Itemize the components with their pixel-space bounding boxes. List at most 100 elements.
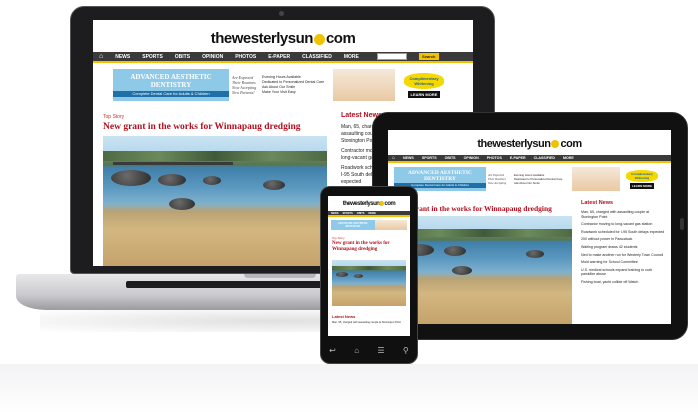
ad-bullet: Make Your Visit Easy (262, 90, 296, 94)
ad-learn-more-button[interactable]: LEARN MORE (407, 90, 441, 98)
latest-news-item[interactable]: Roadwork scheduled for I-95 South delays… (581, 230, 667, 235)
ad-tagline: Are Expected Their Routines Now Acceptin… (486, 167, 512, 191)
photo-rock (526, 250, 544, 258)
dental-ad-banner[interactable]: ADVANCED AESTHETIC DENTISTRY Complete De… (394, 167, 664, 191)
dental-ad-banner[interactable]: ADVANCED AESTHETIC DENTISTRY Complete De… (113, 69, 453, 101)
tablet-website: thewesterlysun com ⌂ NEWS SPORTS OBITS OP… (388, 130, 671, 324)
top-story-headline[interactable]: New grant in the works for Winnapaug dre… (396, 204, 552, 213)
ad-subtitle: Complete Dental Care for Adults & Childr… (113, 91, 229, 97)
winnapaug-pond-photo[interactable] (103, 136, 327, 266)
site-logo[interactable]: thewesterlysun com (388, 138, 671, 150)
ad-tagline-3: Now Accepting (488, 181, 507, 185)
site-name: thewesterlysun (210, 30, 314, 47)
ad-learn-more-button[interactable]: LEARN MORE (629, 182, 655, 189)
laptop-camera-icon (279, 11, 284, 16)
phone-website: thewesterlysun com NEWS SPORTS OBITS MORE… (328, 196, 410, 336)
nav-obits[interactable]: OBITS (175, 54, 190, 60)
top-story-label: Top Story (332, 236, 345, 240)
nav-classified[interactable]: CLASSIFIED (534, 156, 555, 160)
ad-title-line1: ADVANCED AESTHETIC (130, 73, 212, 81)
site-name-suffix: com (325, 30, 356, 47)
site-logo[interactable]: thewesterlysun com (328, 201, 410, 207)
ad-bullet: Ask About Our Smile (514, 181, 540, 185)
latest-news-item[interactable]: Fishing boat, yacht collide off Watch (581, 280, 667, 285)
site-name: thewesterlysun (477, 138, 551, 150)
nav-obits[interactable]: OBITS (445, 156, 456, 160)
photo-rock (203, 176, 221, 185)
main-navigation: ⌂ NEWS SPORTS OBITS OPINION PHOTOS E-PAP… (93, 52, 473, 63)
nav-classified[interactable]: CLASSIFIED (302, 54, 332, 60)
top-story-headline[interactable]: New grant in the works for Winnapaug dre… (332, 241, 406, 253)
winnapaug-pond-photo[interactable] (332, 260, 406, 306)
photo-rock (336, 272, 348, 277)
latest-news-item[interactable]: Contractor moving to long-vacant gas sta… (581, 222, 667, 227)
latest-news-item[interactable]: Waiting program draws 42 students (581, 245, 667, 250)
photo-treeline (332, 266, 406, 270)
winnapaug-pond-photo[interactable] (396, 216, 572, 324)
nav-more[interactable]: MORE (368, 212, 376, 215)
ad-title-block: ADVANCED AESTHETIC DENTISTRY (331, 220, 375, 230)
nav-opinion[interactable]: OPINION (202, 54, 223, 60)
back-icon[interactable]: ↩ (329, 346, 336, 355)
home-icon[interactable]: ⌂ (99, 53, 103, 60)
site-name-suffix: com (384, 201, 396, 208)
nav-photos[interactable]: PHOTOS (235, 54, 256, 60)
ad-title-line2: DENTISTRY (424, 176, 456, 182)
nav-news[interactable]: NEWS (331, 212, 339, 215)
main-navigation: ⌂ NEWS SPORTS OBITS OPINION PHOTOS E-PAP… (388, 155, 671, 163)
ad-family-photo (375, 220, 407, 230)
site-logo[interactable]: thewesterlysun com (93, 30, 473, 47)
nav-more[interactable]: MORE (344, 54, 359, 60)
latest-news-item[interactable]: 200 without power in Pawcatuck (581, 237, 667, 242)
latest-news-item[interactable]: U.S. medical schools expand training to … (581, 268, 667, 277)
latest-news-item[interactable]: Man, 65, charged with assaulting couple … (332, 321, 406, 324)
dental-ad-banner[interactable]: ADVANCED AESTHETIC DENTISTRY (331, 220, 407, 230)
ad-tagline: Are Expected Their Routines Now Acceptin… (229, 69, 259, 101)
photo-rock (111, 170, 151, 186)
ad-whitening-badge: Complimentary Whitening LEARN MORE (395, 69, 453, 101)
latest-news-item[interactable]: Mold warning for School Committee (581, 260, 667, 265)
menu-icon[interactable]: ☰ (377, 346, 384, 355)
ad-whitening-badge: Complimentary Whitening LEARN MORE (620, 167, 664, 191)
ad-title-line2: DENTISTRY (345, 225, 361, 228)
nav-sports[interactable]: SPORTS (422, 156, 437, 160)
nav-epaper[interactable]: E-PAPER (510, 156, 526, 160)
nav-opinion[interactable]: OPINION (464, 156, 479, 160)
photo-rock (263, 180, 285, 190)
ad-badge-text: Complimentary Whitening (626, 169, 658, 182)
tablet-home-button (680, 218, 684, 230)
ad-tagline-4: New Patients! (232, 90, 255, 95)
sun-logo-icon (313, 33, 325, 45)
latest-news-item[interactable]: Ned to make another run for Westerly Tow… (581, 253, 667, 258)
nav-obits[interactable]: OBITS (357, 212, 365, 215)
ad-title-block: ADVANCED AESTHETIC DENTISTRY Complete De… (113, 69, 229, 101)
latest-news-title: Latest News (581, 200, 614, 206)
search-key-icon[interactable]: ⚲ (403, 346, 409, 355)
home-key-icon[interactable]: ⌂ (354, 346, 359, 355)
photo-treeline (103, 151, 327, 161)
top-story-label: Top Story (103, 114, 125, 120)
nav-sports[interactable]: SPORTS (343, 212, 353, 215)
nav-sports[interactable]: SPORTS (142, 54, 163, 60)
ad-title-line2: DENTISTRY (150, 81, 192, 89)
laptop-opening-notch (244, 274, 316, 278)
nav-news[interactable]: NEWS (403, 156, 414, 160)
phone-nav-keys: ↩ ⌂ ☰ ⚲ (320, 340, 418, 360)
ad-family-photo (572, 167, 620, 191)
latest-news-item[interactable]: Man, 65, charged with assaulting couple … (581, 210, 667, 219)
ad-family-photo (333, 69, 395, 101)
nav-news[interactable]: NEWS (115, 54, 130, 60)
nav-photos[interactable]: PHOTOS (487, 156, 502, 160)
search-button[interactable]: Search (418, 53, 439, 60)
nav-epaper[interactable]: E-PAPER (268, 54, 290, 60)
top-story-headline[interactable]: New grant in the works for Winnapaug dre… (103, 122, 301, 132)
latest-news-list: Man, 65, charged with assaulting couple … (581, 210, 667, 285)
nav-more[interactable]: MORE (563, 156, 574, 160)
latest-news-title: Latest News (332, 314, 356, 319)
home-icon[interactable]: ⌂ (392, 155, 395, 161)
site-name-suffix: com (560, 138, 582, 150)
site-name: thewesterlysun (342, 201, 380, 208)
photo-bridge (113, 162, 233, 165)
search-input[interactable] (376, 53, 407, 60)
photo-rock (452, 266, 472, 275)
